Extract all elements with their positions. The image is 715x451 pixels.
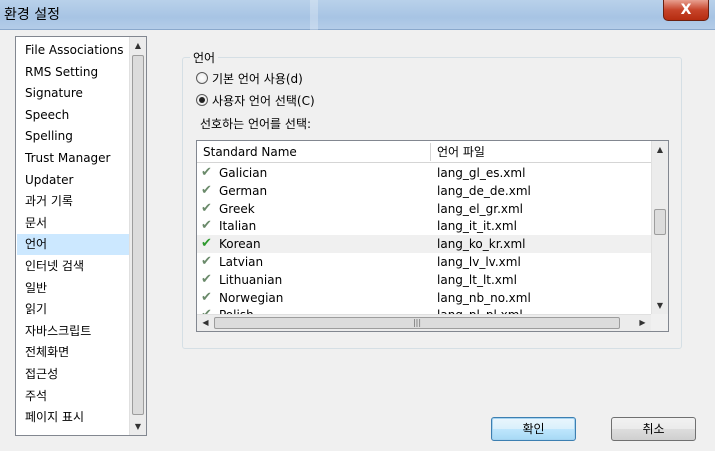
check-icon: ✔ (201, 306, 219, 314)
arrow-left-icon[interactable]: ◀ (197, 315, 214, 331)
radio-default-label: 기본 언어 사용(d) (212, 71, 303, 86)
table-vertical-scrollbar[interactable]: ▲ ▼ (651, 141, 668, 314)
cell-language-file: lang_ko_kr.xml (437, 237, 526, 252)
sidebar-item[interactable]: 읽기 (17, 299, 129, 320)
table-row[interactable]: ✔ Greek lang_el_gr.xml (197, 200, 653, 218)
cell-standard-name: ✔ Norwegian (201, 289, 283, 307)
cell-language-file: lang_el_gr.xml (437, 201, 524, 216)
cell-language-file: lang_lt_lt.xml (437, 272, 517, 287)
window-title: 환경 설정 (4, 7, 60, 23)
sidebar-item[interactable]: 인터넷 검색 (17, 256, 129, 277)
cell-standard-name: ✔ German (201, 182, 267, 200)
sidebar-item[interactable]: RMS Setting (17, 62, 129, 83)
language-name: Polish (219, 306, 254, 314)
scroll-thumb[interactable]: ||| (214, 317, 620, 329)
cell-standard-name: ✔ Lithuanian (201, 271, 282, 289)
cell-language-file: lang_pl_pl.xml (437, 306, 523, 314)
check-icon: ✔ (201, 218, 212, 234)
arrow-up-icon[interactable]: ▲ (130, 37, 146, 54)
language-name: Greek (219, 201, 255, 216)
radio-user-label: 사용자 언어 선택(C) (212, 93, 315, 108)
title-bar[interactable]: 환경 설정 X (0, 0, 715, 30)
sidebar-item[interactable]: 페이지 표시 (17, 407, 129, 428)
language-table[interactable]: Standard Name 언어 파일 ✔ Galician lang_gl_es.… (196, 140, 669, 332)
cell-standard-name: ✔ Greek (201, 200, 255, 218)
table-header: Standard Name 언어 파일 (197, 141, 653, 163)
language-name: Italian (219, 219, 257, 234)
cell-language-file: lang_nb_no.xml (437, 290, 531, 305)
cell-standard-name: ✔ Italian (201, 217, 256, 235)
table-horizontal-scrollbar[interactable]: ◀ ||| ▶ (197, 314, 651, 331)
arrow-down-icon[interactable]: ▼ (652, 297, 668, 314)
table-row[interactable]: ✔ Korean lang_ko_kr.xml (197, 235, 653, 254)
sidebar-item[interactable]: 언어 (17, 234, 129, 256)
scroll-thumb[interactable] (654, 209, 666, 235)
preferences-window: 환경 설정 X File Associations RMS Setting Sign… (0, 0, 715, 451)
sidebar-item[interactable]: 주석 (17, 386, 129, 407)
category-items: File Associations RMS Setting Signature Spe… (16, 37, 129, 435)
cell-standard-name: ✔Polish (201, 306, 254, 314)
scroll-thumb[interactable] (132, 55, 144, 415)
category-list[interactable]: File Associations RMS Setting Signature Spe… (15, 36, 147, 436)
column-language-file[interactable]: 언어 파일 (431, 141, 485, 163)
arrow-right-icon[interactable]: ▶ (634, 315, 651, 331)
sidebar-item[interactable]: 전체화면 (17, 342, 129, 363)
sidebar-item[interactable]: 접근성 (17, 364, 129, 385)
language-name: Korean (219, 237, 261, 252)
sidebar-item[interactable]: Speech (17, 105, 129, 126)
radio-user-language[interactable]: 사용자 언어 선택(C) (196, 91, 315, 109)
sidebar-item[interactable]: Spelling (17, 126, 129, 147)
table-body: ✔ Galician lang_gl_es.xml ✔ German lang_de_de… (197, 163, 653, 314)
cell-standard-name: ✔ Latvian (201, 253, 263, 271)
cell-language-file: lang_it_it.xml (437, 219, 517, 234)
close-icon: X (680, 2, 692, 18)
sidebar-item[interactable]: 과거 기록 (17, 191, 129, 212)
cell-standard-name: ✔ Galician (201, 164, 267, 182)
cell-language-file: lang_gl_es.xml (437, 166, 526, 180)
cell-language-file: lang_de_de.xml (437, 183, 531, 198)
table-row[interactable]: ✔Polish lang_pl_pl.xml (197, 306, 653, 314)
check-icon: ✔ (201, 182, 212, 198)
sidebar-item[interactable]: 자바스크립트 (17, 321, 129, 342)
language-name: Latvian (219, 255, 264, 269)
arrow-up-icon[interactable]: ▲ (652, 141, 668, 158)
cell-standard-name: ✔ Korean (201, 235, 261, 253)
sidebar-item[interactable]: 일반 (17, 278, 129, 299)
cell-language-file: lang_lv_lv.xml (437, 255, 521, 269)
radio-button-checked[interactable] (196, 94, 208, 106)
arrow-down-icon[interactable]: ▼ (130, 418, 146, 435)
check-icon: ✔ (201, 289, 212, 305)
check-icon: ✔ (201, 271, 212, 287)
column-standard-name[interactable]: Standard Name (197, 141, 297, 163)
check-icon: ✔ (201, 165, 212, 180)
sidebar-item[interactable]: 문서 (17, 213, 129, 234)
sidebar-item[interactable]: File Associations (17, 40, 129, 61)
radio-button[interactable] (196, 72, 208, 84)
background-hint (310, 0, 318, 30)
preferred-language-label: 선호하는 언어를 선택: (200, 117, 312, 131)
cancel-button[interactable]: 취소 (611, 417, 696, 441)
check-icon: ✔ (201, 254, 212, 269)
check-icon: ✔ (201, 200, 212, 216)
check-icon: ✔ (201, 236, 212, 252)
table-row[interactable]: ✔ Lithuanian lang_lt_lt.xml (197, 271, 653, 289)
sidebar-item[interactable]: Trust Manager (17, 148, 129, 169)
category-scrollbar[interactable]: ▲ ▼ (129, 37, 146, 435)
language-name: Norwegian (219, 290, 284, 305)
table-row[interactable]: ✔ Italian lang_it_it.xml (197, 217, 653, 235)
table-row[interactable]: ✔ Galician lang_gl_es.xml (197, 164, 653, 182)
language-name: Lithuanian (219, 272, 283, 287)
table-row[interactable]: ✔ Latvian lang_lv_lv.xml (197, 253, 653, 271)
sidebar-item[interactable]: Updater (17, 170, 129, 191)
scroll-corner (651, 314, 668, 331)
language-name: German (219, 183, 268, 198)
sidebar-item[interactable]: Signature (17, 83, 129, 104)
ok-button[interactable]: 확인 (491, 417, 576, 441)
group-title: 언어 (190, 49, 219, 66)
language-name: Galician (219, 166, 268, 180)
table-row[interactable]: ✔ German lang_de_de.xml (197, 182, 653, 200)
radio-default-language[interactable]: 기본 언어 사용(d) (196, 69, 303, 87)
close-button[interactable]: X (663, 0, 709, 21)
table-row[interactable]: ✔ Norwegian lang_nb_no.xml (197, 289, 653, 307)
